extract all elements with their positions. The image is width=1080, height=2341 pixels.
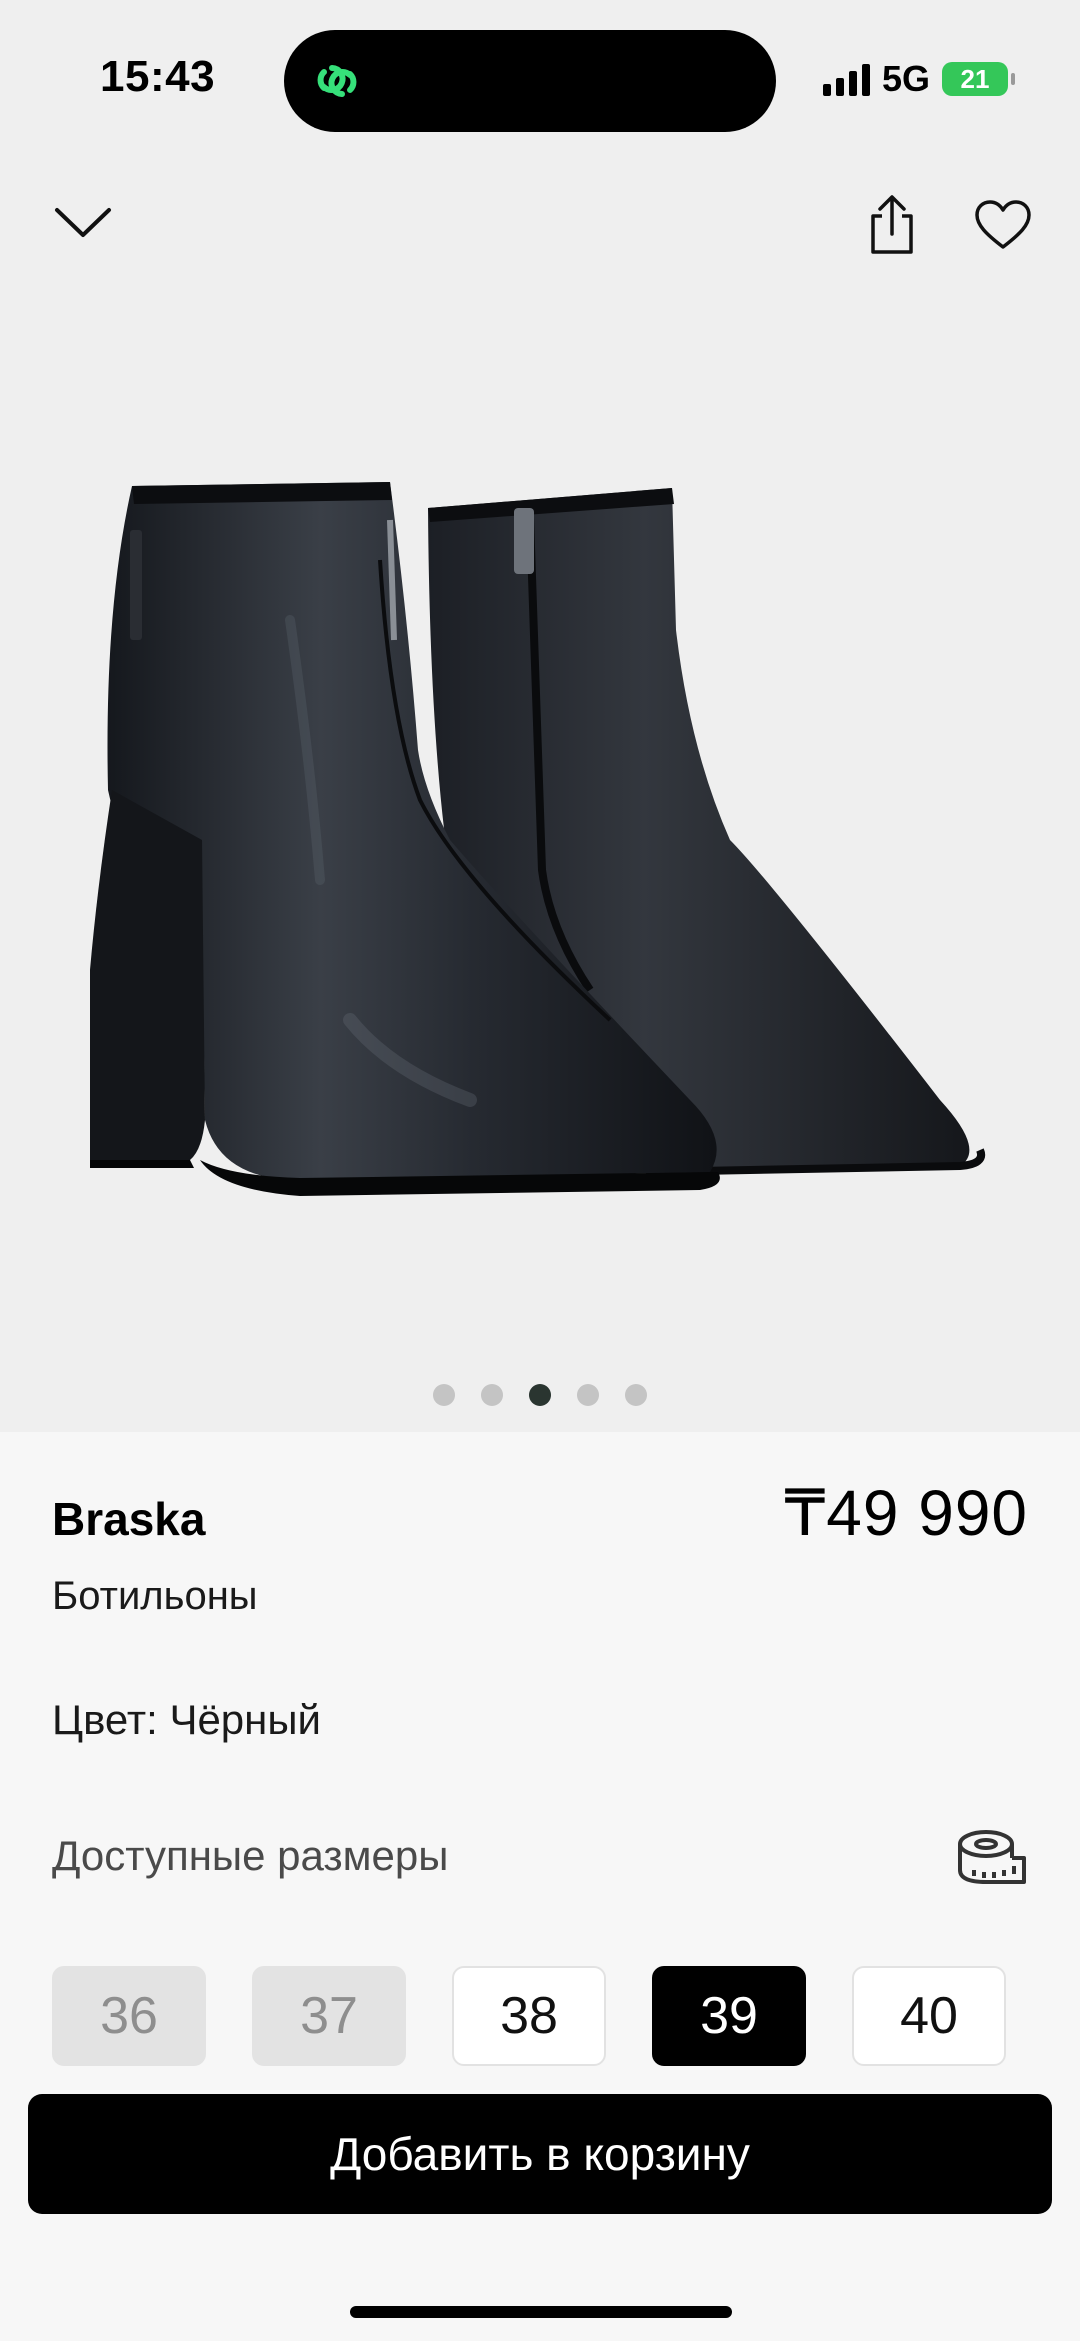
home-indicator[interactable] <box>350 2306 732 2318</box>
heart-icon <box>975 200 1031 249</box>
close-button[interactable] <box>40 180 126 266</box>
pagination-dot[interactable] <box>481 1384 503 1406</box>
signal-icon <box>822 62 870 96</box>
product-category: Ботильоны <box>52 1574 258 1618</box>
pagination-dot[interactable] <box>625 1384 647 1406</box>
sizes-title: Доступные размеры <box>52 1832 449 1879</box>
battery-level: 21 <box>960 63 990 94</box>
chevron-down-icon <box>55 208 111 237</box>
pagination-dot[interactable] <box>433 1384 455 1406</box>
size-selector[interactable]: 36 37 38 39 40 <box>52 1966 1006 2066</box>
app-link-icon <box>317 65 357 97</box>
product-brand[interactable]: Braska <box>52 1492 205 1546</box>
size-option-40[interactable]: 40 <box>852 1966 1006 2066</box>
size-chart-button[interactable] <box>956 1826 1028 1890</box>
product-gallery[interactable]: 15:43 5G 21 <box>0 0 1080 1432</box>
product-price: ₸49 990 <box>784 1477 1028 1549</box>
network-type: 5G <box>881 58 930 99</box>
dynamic-island <box>284 30 776 132</box>
favorite-button[interactable] <box>960 182 1046 268</box>
product-image[interactable] <box>90 460 990 1210</box>
size-option-36: 36 <box>52 1966 206 2066</box>
gallery-pagination[interactable] <box>0 1384 1080 1406</box>
status-indicators: 5G 21 <box>822 58 1015 100</box>
size-option-37: 37 <box>252 1966 406 2066</box>
product-color: Цвет: Чёрный <box>52 1696 322 1743</box>
share-button[interactable] <box>852 182 932 268</box>
measuring-tape-icon <box>958 1830 1026 1884</box>
size-option-38[interactable]: 38 <box>452 1966 606 2066</box>
battery-charging-icon: 21 <box>942 62 1015 96</box>
size-option-39[interactable]: 39 <box>652 1966 806 2066</box>
pagination-dot[interactable] <box>577 1384 599 1406</box>
add-to-cart-button[interactable]: Добавить в корзину <box>28 2094 1052 2214</box>
pagination-dot-active[interactable] <box>529 1384 551 1406</box>
share-icon <box>871 195 913 254</box>
status-time: 15:43 <box>100 52 216 101</box>
